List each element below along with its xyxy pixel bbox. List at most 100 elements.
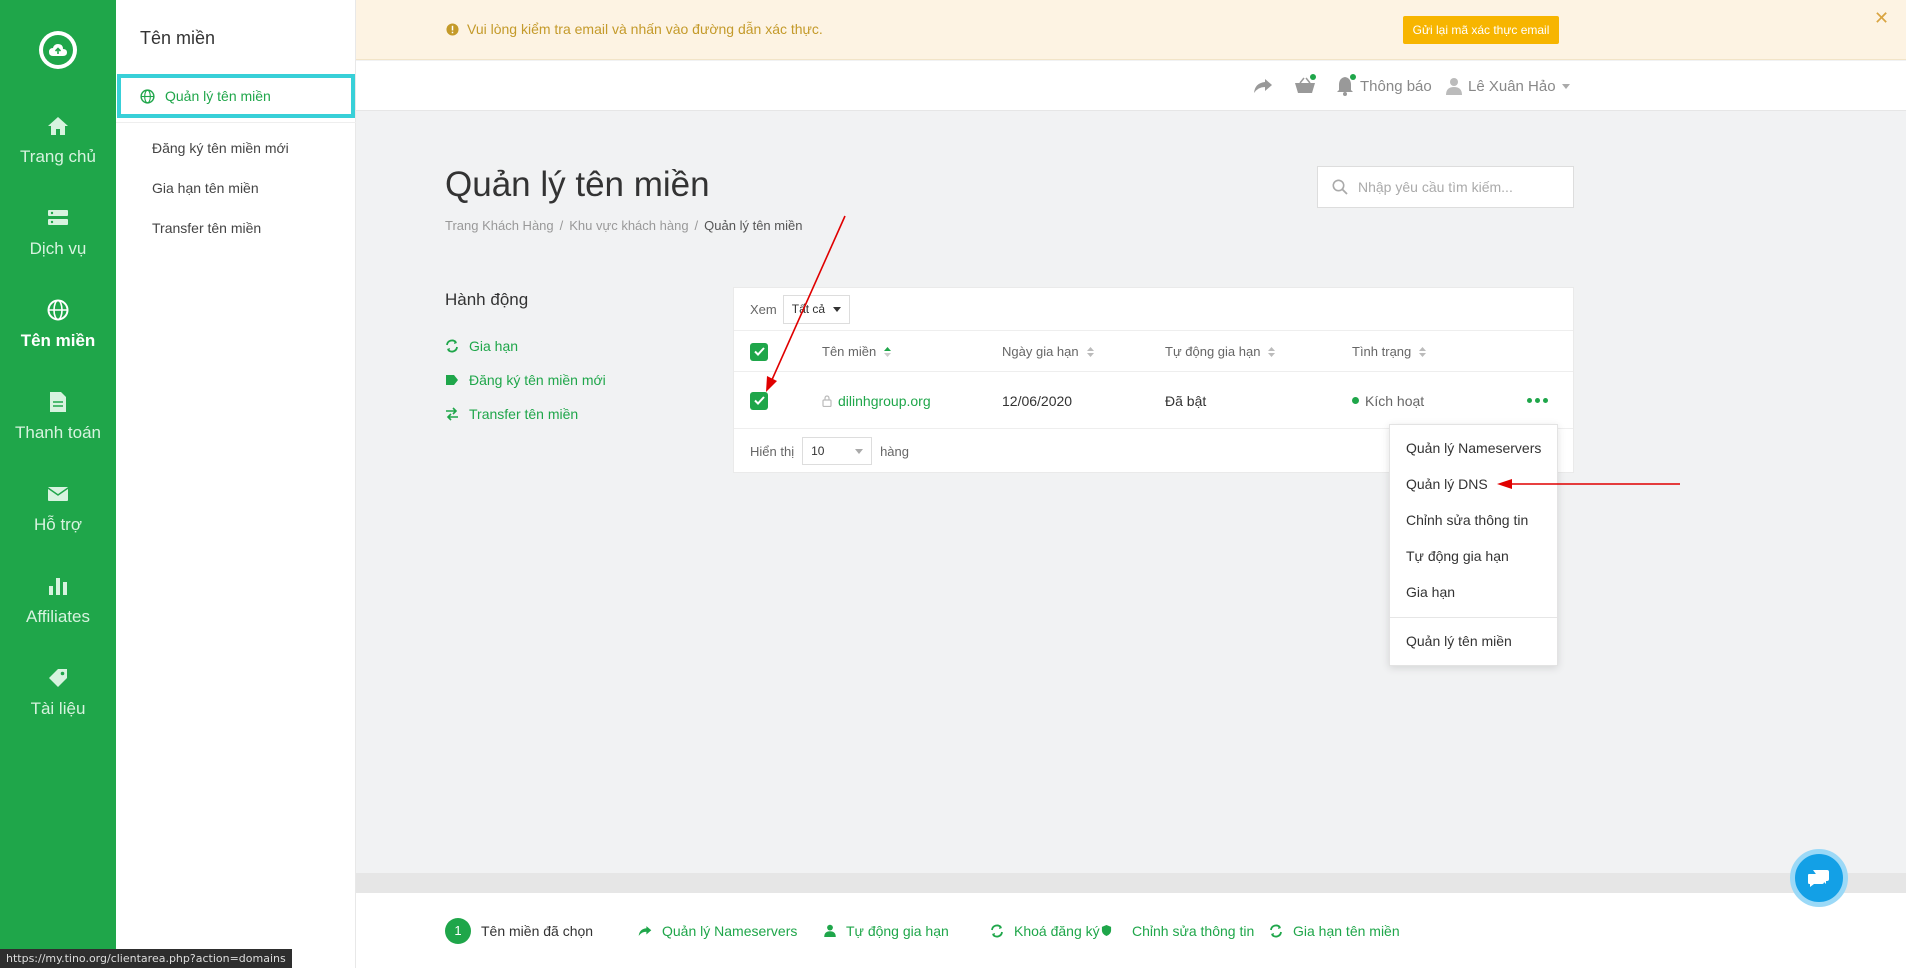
subnav-item-transfer[interactable]: Transfer tên miền xyxy=(152,220,261,236)
sort-icon xyxy=(1268,346,1276,357)
user-menu[interactable]: Lê Xuân Hảo xyxy=(1446,61,1570,111)
table-row[interactable]: dilinhgroup.org 12/06/2020 Đã bật Kích h… xyxy=(734,372,1573,429)
share-icon xyxy=(638,925,652,936)
row-checkbox[interactable] xyxy=(750,372,768,429)
subnav-item-manage-domains[interactable]: Quản lý tên miền xyxy=(117,74,355,118)
close-icon[interactable]: ✕ xyxy=(1874,8,1889,29)
subnav-item-register[interactable]: Đăng ký tên miền mới xyxy=(152,140,289,156)
more-dots-icon xyxy=(1527,398,1548,403)
status-url: https://my.tino.org/clientarea.php?actio… xyxy=(0,949,292,968)
sort-asc-icon xyxy=(884,346,892,357)
row-more-button[interactable] xyxy=(1527,372,1548,429)
action-label: Gia hạn xyxy=(469,338,519,354)
caret-down-icon xyxy=(1561,83,1570,89)
column-header-renew-date[interactable]: Ngày gia hạn xyxy=(1002,331,1094,372)
bulk-action-label: Tự động gia hạn xyxy=(846,922,949,939)
subnav-title: Tên miền xyxy=(140,28,216,48)
domain-cell[interactable]: dilinhgroup.org xyxy=(822,372,931,429)
search-icon xyxy=(1332,179,1348,195)
top-header: Thông báo Lê Xuân Hảo xyxy=(356,61,1906,111)
filter-label: Xem xyxy=(750,301,777,317)
rows-per-page-select[interactable]: 10 xyxy=(802,437,873,465)
column-header-label: Tình trạng xyxy=(1352,344,1412,359)
lock-icon xyxy=(822,394,832,407)
selected-count: 1 Tên miền đã chọn xyxy=(445,893,593,968)
selected-label: Tên miền đã chọn xyxy=(481,922,594,939)
row-actions-menu: Quản lý Nameservers Quản lý DNS Chỉnh sử… xyxy=(1389,424,1558,666)
nav-item-home[interactable]: Trang chủ xyxy=(0,113,116,167)
live-chat-button[interactable] xyxy=(1790,849,1848,907)
notifications-button[interactable]: Thông báo xyxy=(1336,61,1432,111)
breadcrumb-separator: / xyxy=(694,218,699,233)
breadcrumb-item[interactable]: Trang Khách Hàng xyxy=(445,218,554,233)
status-dot xyxy=(1352,397,1359,404)
user-name: Lê Xuân Hảo xyxy=(1468,77,1556,95)
globe-icon xyxy=(140,88,155,104)
sort-icon xyxy=(1086,346,1094,357)
menu-item-manage-domain[interactable]: Quản lý tên miền xyxy=(1406,633,1512,649)
sort-icon xyxy=(1419,346,1427,357)
column-header-auto-renew[interactable]: Tự động gia hạn xyxy=(1165,331,1276,372)
menu-divider xyxy=(1390,617,1557,618)
nav-item-affiliates[interactable]: Affiliates xyxy=(0,573,116,627)
nav-item-domains[interactable]: Tên miền xyxy=(0,297,116,351)
nav-item-docs[interactable]: Tài liệu xyxy=(0,665,116,719)
bulk-renew-button[interactable]: Gia hạn tên miền xyxy=(1269,893,1400,968)
tag-icon xyxy=(49,669,67,687)
rows-suffix: hàng xyxy=(880,443,909,459)
nav-item-support[interactable]: Hỗ trợ xyxy=(0,481,116,535)
label-tag-icon xyxy=(446,375,458,385)
nav-item-label: Hỗ trợ xyxy=(34,515,82,534)
menu-item-edit-info[interactable]: Chỉnh sửa thông tin xyxy=(1406,512,1528,528)
filter-value: Tất cả xyxy=(791,302,826,316)
refresh-icon xyxy=(991,924,1003,937)
nav-item-services[interactable]: Dịch vụ xyxy=(0,205,116,259)
home-icon xyxy=(48,117,68,135)
banner-message: Vui lòng kiểm tra email và nhấn vào đườn… xyxy=(446,21,823,37)
column-header-status[interactable]: Tình trạng xyxy=(1352,331,1427,372)
menu-item-renew[interactable]: Gia hạn xyxy=(1406,584,1455,600)
check-icon xyxy=(753,347,765,356)
select-all-checkbox[interactable] xyxy=(750,331,768,372)
menu-item-dns[interactable]: Quản lý DNS xyxy=(1406,476,1488,492)
bulk-lock-button[interactable]: Khoá đăng ký xyxy=(990,893,1112,968)
column-header-label: Tên miền xyxy=(822,344,877,359)
filter-select[interactable]: Tất cả xyxy=(782,294,851,324)
column-header-label: Tự động gia hạn xyxy=(1165,344,1261,359)
nav-item-label: Tài liệu xyxy=(30,699,86,718)
bulk-action-label: Khoá đăng ký xyxy=(1014,922,1100,939)
search-input[interactable] xyxy=(1358,179,1558,195)
bulk-action-label: Gia hạn tên miền xyxy=(1293,922,1400,939)
search-box[interactable] xyxy=(1317,166,1574,208)
breadcrumb-item[interactable]: Khu vực khách hàng xyxy=(569,218,688,233)
action-transfer[interactable]: Transfer tên miền xyxy=(445,406,578,422)
menu-item-nameservers[interactable]: Quản lý Nameservers xyxy=(1406,440,1541,456)
domain-link[interactable]: dilinhgroup.org xyxy=(838,393,931,409)
cloud-icon xyxy=(49,44,67,56)
cart-icon[interactable] xyxy=(1294,61,1316,111)
table-header: Tên miền Ngày gia hạn Tự động gia hạn Tì… xyxy=(734,331,1573,372)
nav-item-billing[interactable]: Thanh toán xyxy=(0,389,116,443)
bulk-auto-renew-button[interactable]: Tự động gia hạn xyxy=(824,893,949,968)
tino-logo[interactable] xyxy=(39,31,77,69)
transfer-icon xyxy=(446,407,458,421)
resend-verification-button[interactable]: Gửi lại mã xác thực email xyxy=(1403,16,1559,44)
subnav-item-renew[interactable]: Gia hạn tên miền xyxy=(152,180,259,196)
bulk-nameservers-button[interactable]: Quản lý Nameservers xyxy=(638,893,797,968)
nav-item-label: Dịch vụ xyxy=(29,239,87,258)
bulk-edit-info-button[interactable]: Chỉnh sửa thông tin xyxy=(1132,893,1254,968)
actions-title: Hành động xyxy=(445,290,529,309)
breadcrumb-current: Quản lý tên miền xyxy=(704,218,803,233)
envelope-icon xyxy=(47,487,69,501)
action-register[interactable]: Đăng ký tên miền mới xyxy=(445,372,606,388)
column-header-domain[interactable]: Tên miền xyxy=(822,331,892,372)
share-icon[interactable] xyxy=(1253,61,1273,111)
show-label: Hiển thị xyxy=(750,443,795,459)
rows-per-page-value: 10 xyxy=(811,444,825,458)
server-icon xyxy=(48,210,68,225)
menu-item-auto-renew[interactable]: Tự động gia hạn xyxy=(1406,548,1509,564)
auto-renew-cell: Đã bật xyxy=(1165,392,1207,409)
action-renew[interactable]: Gia hạn xyxy=(445,338,518,354)
notifications-label: Thông báo xyxy=(1360,77,1432,95)
breadcrumb-separator: / xyxy=(559,218,564,233)
